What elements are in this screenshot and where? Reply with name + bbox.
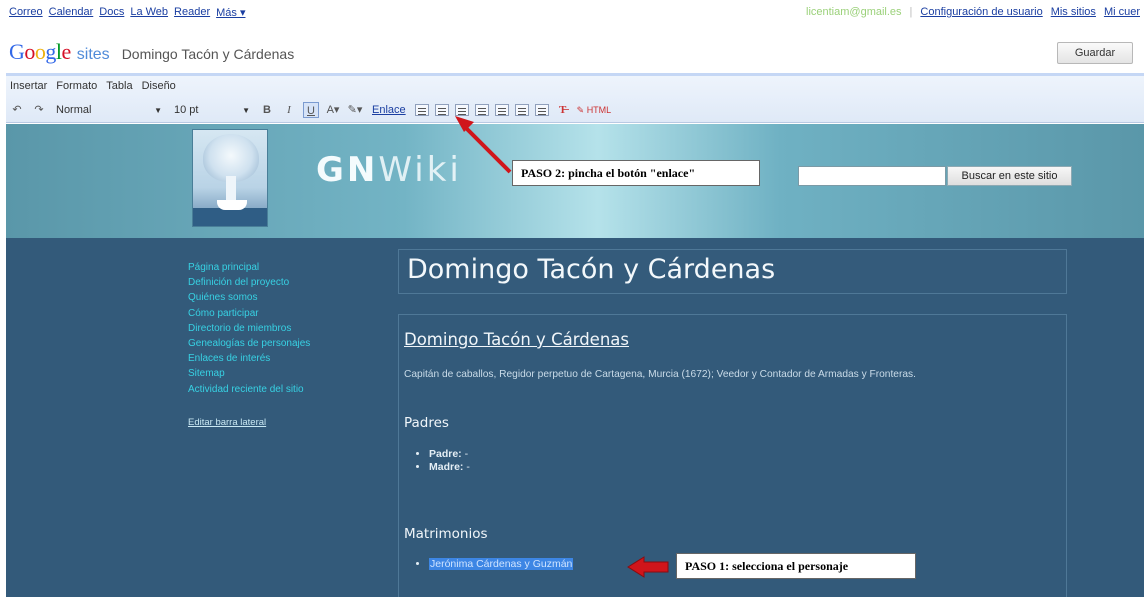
section-marriages-heading: Matrimonios xyxy=(404,526,488,542)
google-logo-letter: g xyxy=(45,39,56,64)
html-button[interactable]: ✎ HTML xyxy=(577,105,612,116)
bulleted-list-icon[interactable] xyxy=(434,104,449,116)
redo-icon[interactable]: ↷ xyxy=(31,102,47,118)
person-description: Capitán de caballos, Regidor perpetuo de… xyxy=(404,369,916,380)
gbar-link-docs[interactable]: Docs xyxy=(99,6,124,19)
sidebar-item-project[interactable]: Definición del proyecto xyxy=(188,275,388,290)
google-apps-links: Correo Calendar Docs La Web Reader Más ▾ xyxy=(9,6,245,19)
separator: | xyxy=(909,6,913,18)
gbar-link-calendar[interactable]: Calendar xyxy=(49,6,94,19)
font-size-value: 10 pt xyxy=(174,104,199,116)
chevron-down-icon: ▼ xyxy=(154,105,162,115)
content-heading: Domingo Tacón y Cárdenas xyxy=(404,330,629,349)
list-item-spouse: Jerónima Cárdenas y Guzmán xyxy=(429,558,574,570)
boat-shape xyxy=(217,200,247,210)
menu-layout[interactable]: Diseño xyxy=(142,80,176,92)
sites-wordmark: sites xyxy=(76,46,110,63)
gbar-link-more[interactable]: Más ▾ xyxy=(216,6,245,19)
align-right-icon[interactable] xyxy=(534,104,549,116)
step1-callout: PASO 1: selecciona el personaje xyxy=(676,553,916,579)
site-title[interactable]: GNWiki xyxy=(316,150,462,190)
site-search-button[interactable]: Buscar en este sitio xyxy=(947,166,1072,186)
user-email: licentiam@gmail.es xyxy=(806,6,902,18)
sidebar-item-members[interactable]: Directorio de miembros xyxy=(188,321,388,336)
list-item-mother: Madre: - xyxy=(429,461,470,473)
style-select-value: Normal xyxy=(56,104,92,116)
site-body: Página principal Definición del proyecto… xyxy=(6,238,1144,597)
align-center-icon[interactable] xyxy=(514,104,529,116)
sidebar-item-home[interactable]: Página principal xyxy=(188,260,388,275)
site-title-rest: Wiki xyxy=(378,150,462,190)
format-toolbar: ↶ ↷ Normal ▼ 10 pt ▼ B I U A▾ ✎▾ Enlace … xyxy=(9,100,611,120)
sidebar-item-participate[interactable]: Cómo participar xyxy=(188,306,388,321)
html-label: HTML xyxy=(586,104,612,115)
sidebar-item-sitemap[interactable]: Sitemap xyxy=(188,366,388,381)
editor-menu: Insertar Formato Tabla Diseño xyxy=(10,80,176,92)
tree-shape xyxy=(203,134,259,182)
save-button[interactable]: Guardar xyxy=(1057,42,1133,64)
sites-header: Google sites Domingo Tacón y Cárdenas Gu… xyxy=(0,31,1144,73)
google-logo: Google xyxy=(9,39,71,65)
marriages-list: Jerónima Cárdenas y Guzmán xyxy=(429,558,574,571)
account-links: licentiam@gmail.es | Configuración de us… xyxy=(806,6,1140,18)
site-name: Domingo Tacón y Cárdenas xyxy=(121,46,295,62)
user-settings-link[interactable]: Configuración de usuario xyxy=(920,6,1042,18)
numbered-list-icon[interactable] xyxy=(414,104,429,116)
link-button[interactable]: Enlace xyxy=(369,104,409,116)
underline-icon[interactable]: U xyxy=(303,102,319,118)
list-item-father: Padre: - xyxy=(429,448,470,460)
mother-value: - xyxy=(463,461,470,473)
father-label: Padre: xyxy=(429,448,462,460)
page-title-box: Domingo Tacón y Cárdenas xyxy=(398,249,1067,294)
sidebar-item-links[interactable]: Enlaces de interés xyxy=(188,351,388,366)
google-top-bar: Correo Calendar Docs La Web Reader Más ▾… xyxy=(0,0,1144,24)
clear-format-icon[interactable]: T̶ xyxy=(555,102,571,118)
style-select[interactable]: Normal ▼ xyxy=(53,102,165,118)
parents-list: Padre: - Madre: - xyxy=(429,448,470,474)
chevron-down-icon: ▼ xyxy=(242,105,250,115)
google-sites-logo[interactable]: Google sites Domingo Tacón y Cárdenas xyxy=(9,39,294,65)
step2-callout: PASO 2: pincha el botón "enlace" xyxy=(512,160,760,186)
edit-sidebar-link[interactable]: Editar barra lateral xyxy=(188,415,388,430)
section-parents-heading: Padres xyxy=(404,415,449,431)
father-value: - xyxy=(461,448,469,460)
my-sites-link[interactable]: Mis sitios xyxy=(1051,6,1096,18)
gbar-link-web[interactable]: La Web xyxy=(130,6,168,19)
align-left-icon[interactable] xyxy=(494,104,509,116)
gbar-link-reader[interactable]: Reader xyxy=(174,6,210,19)
sidebar-item-genealogies[interactable]: Genealogías de personajes xyxy=(188,336,388,351)
indent-icon[interactable] xyxy=(474,104,489,116)
gbar-link-correo[interactable]: Correo xyxy=(9,6,43,19)
highlight-color-icon[interactable]: ✎▾ xyxy=(347,102,363,118)
site-search-input[interactable] xyxy=(798,166,946,186)
selected-spouse-text[interactable]: Jerónima Cárdenas y Guzmán xyxy=(429,558,574,570)
sidebar-item-about[interactable]: Quiénes somos xyxy=(188,290,388,305)
page-title[interactable]: Domingo Tacón y Cárdenas xyxy=(407,254,775,285)
google-logo-letter: o xyxy=(24,39,35,64)
italic-icon[interactable]: I xyxy=(281,102,297,118)
outdent-icon[interactable] xyxy=(454,104,469,116)
editor-toolbar-area: Insertar Formato Tabla Diseño ↶ ↷ Normal… xyxy=(6,76,1144,123)
google-logo-letter: e xyxy=(61,39,72,64)
sidebar-navigation: Página principal Definición del proyecto… xyxy=(188,260,388,430)
my-account-link[interactable]: Mi cuer xyxy=(1104,6,1140,18)
ground-shape xyxy=(193,208,267,226)
font-size-select[interactable]: 10 pt ▼ xyxy=(171,102,253,118)
menu-table[interactable]: Tabla xyxy=(106,80,132,92)
menu-format[interactable]: Formato xyxy=(56,80,97,92)
google-logo-letter: o xyxy=(34,39,46,64)
menu-insert[interactable]: Insertar xyxy=(10,80,47,92)
google-logo-letter: G xyxy=(9,39,25,64)
sidebar-item-recent-activity[interactable]: Actividad reciente del sitio xyxy=(188,382,388,397)
site-title-bold: GN xyxy=(316,150,379,190)
undo-icon[interactable]: ↶ xyxy=(9,102,25,118)
text-color-icon[interactable]: A▾ xyxy=(325,102,341,118)
bold-icon[interactable]: B xyxy=(259,102,275,118)
site-logo-image xyxy=(192,129,268,227)
mother-label: Madre: xyxy=(429,461,464,473)
